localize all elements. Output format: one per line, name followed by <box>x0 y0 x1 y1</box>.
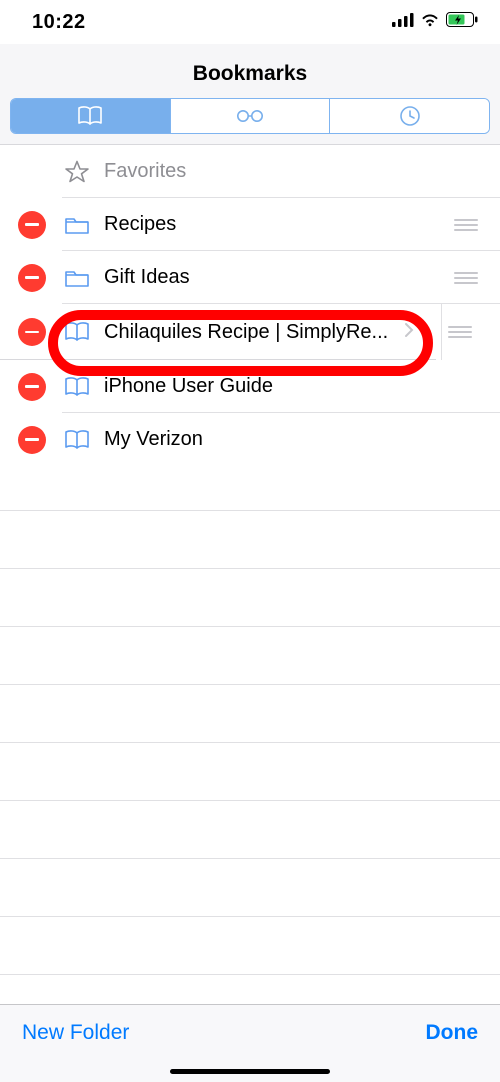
wifi-icon <box>420 13 440 32</box>
item-label: Chilaquiles Recipe | SimplyRe... <box>104 321 404 344</box>
nav-bar: Bookmarks <box>0 44 500 145</box>
drag-handle-icon[interactable] <box>446 272 486 284</box>
folder-icon <box>62 268 92 288</box>
home-indicator <box>170 1069 330 1074</box>
delete-button[interactable] <box>18 211 46 239</box>
drag-handle-icon[interactable] <box>440 326 480 338</box>
drag-handle-icon[interactable] <box>446 219 486 231</box>
empty-rows <box>0 466 500 975</box>
delete-button[interactable] <box>18 373 46 401</box>
delete-button[interactable] <box>18 426 46 454</box>
page-title: Bookmarks <box>0 52 500 98</box>
glasses-icon <box>233 109 267 123</box>
list-item-gift-ideas[interactable]: Gift Ideas <box>0 251 500 304</box>
tab-bookmarks[interactable] <box>11 99 171 133</box>
done-button[interactable]: Done <box>426 1021 479 1045</box>
list-item-my-verizon[interactable]: My Verizon <box>0 413 500 466</box>
list-item-favorites[interactable]: Favorites <box>0 145 500 198</box>
new-folder-button[interactable]: New Folder <box>22 1021 129 1045</box>
folder-icon <box>62 215 92 235</box>
battery-icon <box>446 12 478 32</box>
book-icon <box>62 377 92 397</box>
item-label: iPhone User Guide <box>104 375 500 398</box>
book-icon <box>62 322 92 342</box>
clock-icon <box>399 105 421 127</box>
delete-button[interactable] <box>18 264 46 292</box>
item-label: My Verizon <box>104 428 500 451</box>
segmented-control <box>10 98 490 134</box>
list-item-iphone-guide[interactable]: iPhone User Guide <box>0 360 500 413</box>
star-icon <box>62 160 92 184</box>
tab-history[interactable] <box>330 99 489 133</box>
status-indicators <box>392 12 478 32</box>
bookmarks-list: Favorites Recipes Gift Ideas <box>0 145 500 975</box>
delete-button[interactable] <box>18 318 46 346</box>
chevron-right-icon <box>404 322 414 343</box>
item-label: Favorites <box>104 160 500 183</box>
item-label: Gift Ideas <box>104 266 446 289</box>
list-item-recipes[interactable]: Recipes <box>0 198 500 251</box>
book-icon <box>62 430 92 450</box>
status-bar: 10:22 <box>0 0 500 44</box>
item-label: Recipes <box>104 213 446 236</box>
tab-reading-list[interactable] <box>171 99 331 133</box>
book-icon <box>77 106 103 126</box>
cellular-icon <box>392 13 414 32</box>
status-time: 10:22 <box>32 11 86 34</box>
list-item-chilaquiles[interactable]: Chilaquiles Recipe | SimplyRe... <box>0 304 500 360</box>
